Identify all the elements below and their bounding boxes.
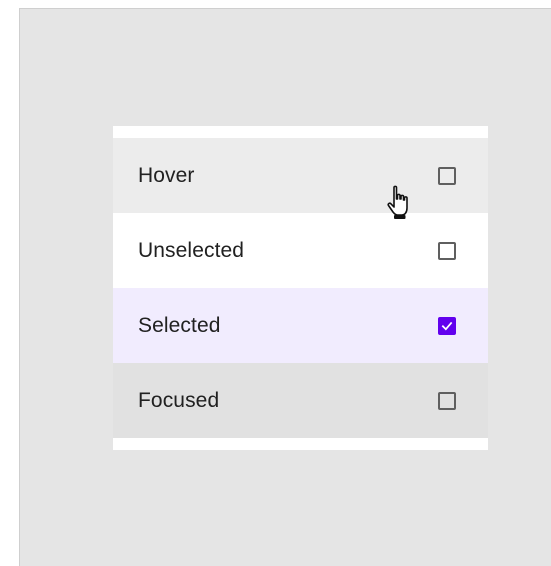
list-item-label: Unselected [138,238,245,262]
checkmark-icon [441,321,453,330]
checkbox-list: Hover Unselected Selected Focused [113,126,488,450]
checkbox-unchecked-icon[interactable] [438,166,456,185]
list-item-label: Selected [138,313,221,337]
list-item-focused[interactable]: Focused [113,363,488,438]
list-item-selected[interactable]: Selected [113,288,488,363]
hand-pointer-cursor-icon [387,185,408,219]
checkbox-unchecked-icon[interactable] [438,391,456,410]
list-item-hover[interactable]: Hover [113,138,488,213]
list-item-label: Hover [138,163,195,187]
list-item-label: Focused [138,388,220,412]
checkbox-checked-icon[interactable] [438,316,456,335]
list-item-unselected[interactable]: Unselected [113,213,488,288]
checkbox-unchecked-icon[interactable] [438,241,456,260]
